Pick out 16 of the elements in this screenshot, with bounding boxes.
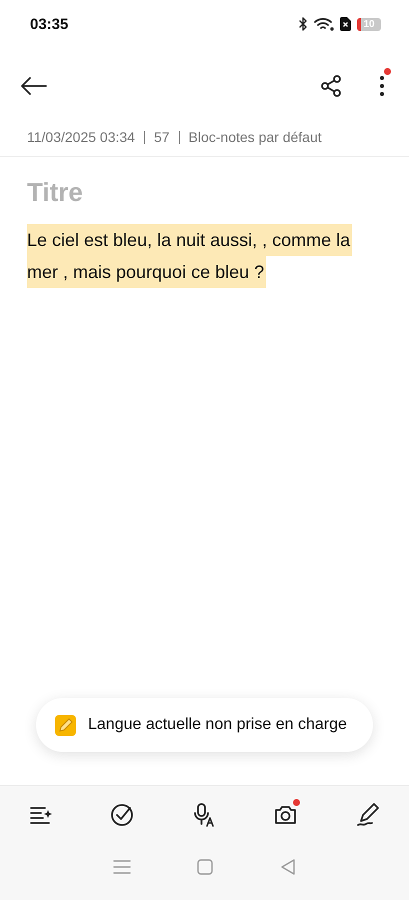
clock-time: 03:35 <box>30 16 68 32</box>
more-options-icon[interactable] <box>379 75 385 97</box>
notepad-icon <box>55 714 76 736</box>
bluetooth-icon <box>298 17 308 31</box>
check-circle-icon[interactable] <box>110 802 136 828</box>
back-icon[interactable] <box>20 76 48 96</box>
share-icon[interactable] <box>319 74 343 98</box>
character-count: 57 <box>154 129 170 145</box>
wifi-icon <box>314 17 334 31</box>
pen-icon[interactable] <box>355 802 381 828</box>
home-icon[interactable] <box>194 857 214 877</box>
sim-off-icon <box>340 17 351 31</box>
title-field[interactable]: Titre <box>27 177 382 208</box>
toast-text: Langue actuelle non prise en charge <box>88 716 347 734</box>
notebook-name[interactable]: Bloc-notes par défaut <box>188 129 322 145</box>
note-date: 11/03/2025 03:34 <box>27 129 135 145</box>
